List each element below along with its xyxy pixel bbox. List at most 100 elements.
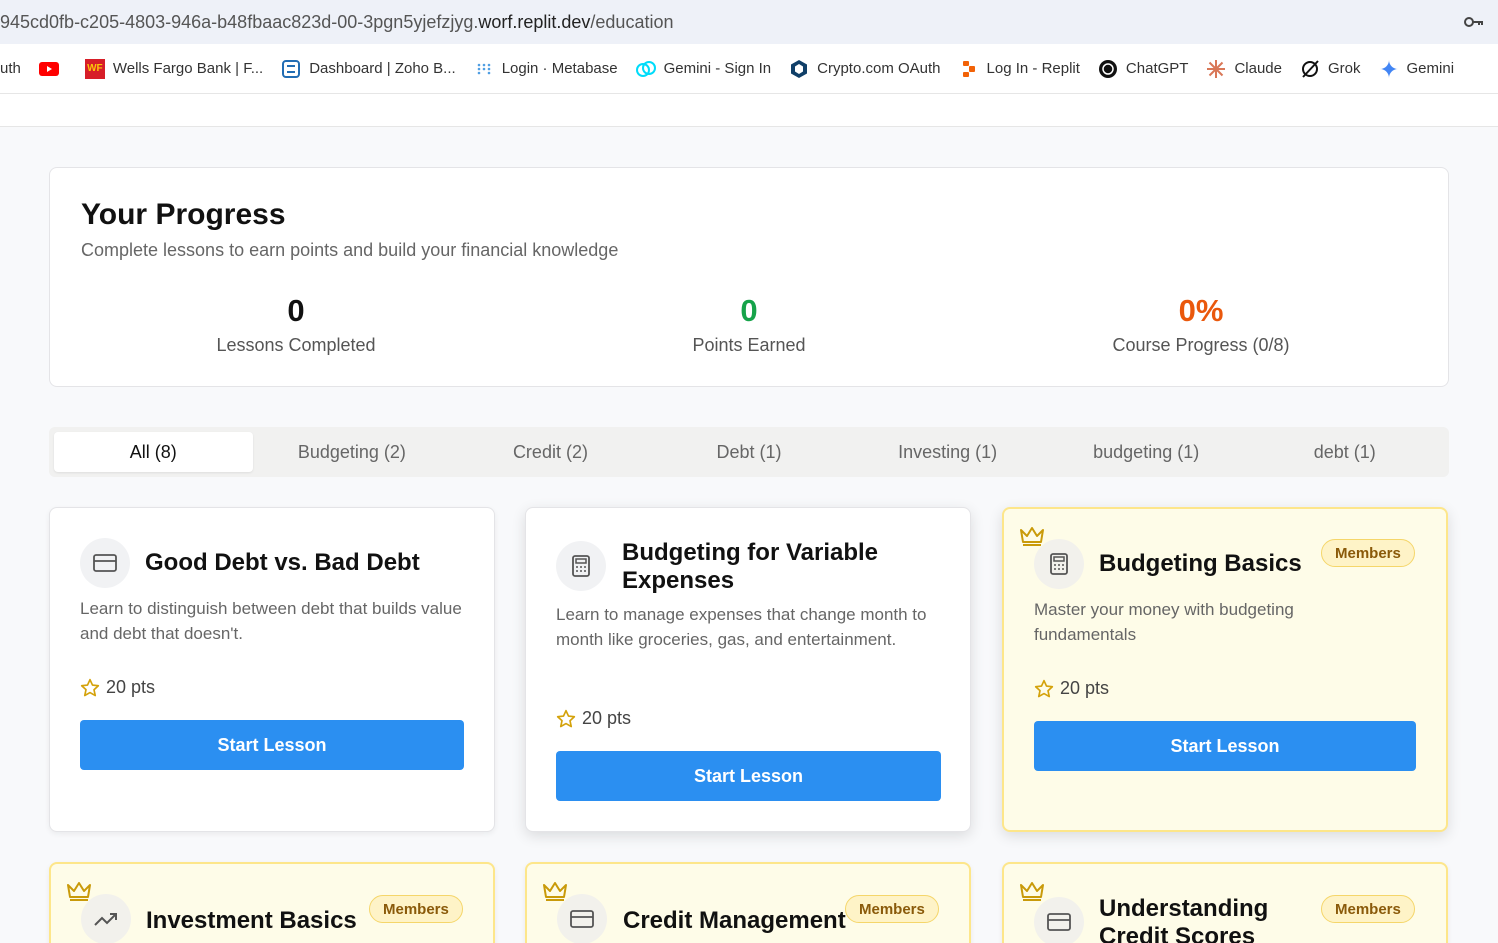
replit-icon: [959, 59, 979, 79]
bookmark-metabase[interactable]: Login · Metabase: [474, 59, 618, 79]
bookmark-claude[interactable]: Claude: [1206, 59, 1282, 79]
bookmark-grok[interactable]: Grok: [1300, 59, 1361, 79]
category-tabs: All (8) Budgeting (2) Credit (2) Debt (1…: [49, 427, 1449, 477]
tab-budgeting-lower[interactable]: budgeting (1): [1047, 432, 1246, 472]
points-label: 20 pts: [582, 708, 632, 728]
stat-label: Points Earned: [692, 335, 806, 355]
stat-points-earned: 0 Points Earned: [599, 293, 899, 356]
points-label: 20 pts: [106, 677, 156, 697]
credit-card-icon: [1034, 897, 1084, 943]
lesson-card-members: Budgeting Basics Members Master your mon…: [1002, 507, 1448, 832]
stat-lessons-completed: 0 Lessons Completed: [146, 293, 446, 356]
members-badge: Members: [1321, 895, 1415, 923]
stat-value: 0: [740, 293, 758, 328]
start-lesson-button[interactable]: Start Lesson: [1034, 721, 1416, 771]
zoho-icon: [281, 59, 301, 79]
youtube-icon: [38, 59, 59, 79]
bookmark-wells-fargo[interactable]: WF Wells Fargo Bank | F...: [84, 58, 264, 79]
crown-icon: [1020, 527, 1044, 546]
bookmark-label: Gemini - Sign In: [663, 60, 772, 77]
bookmark-zoho[interactable]: Dashboard | Zoho B...: [281, 59, 456, 79]
tab-investing[interactable]: Investing (1): [848, 432, 1047, 472]
members-badge: Members: [1321, 539, 1415, 567]
bookmark-youtube[interactable]: [38, 59, 67, 79]
wells-fargo-icon: WF: [84, 58, 105, 79]
lesson-title: Budgeting for Variable Expenses: [622, 539, 879, 594]
bookmark-gemini[interactable]: Gemini: [1379, 59, 1455, 79]
tab-debt-lower[interactable]: debt (1): [1245, 432, 1444, 472]
progress-card: Your Progress Complete lessons to earn p…: [49, 167, 1449, 387]
crown-icon: [1020, 882, 1044, 901]
star-icon: [80, 678, 100, 696]
lesson-title: Good Debt vs. Bad Debt: [145, 549, 420, 576]
members-badge: Members: [369, 895, 463, 923]
url-text[interactable]: 945cd0fb-c205-4803-946a-b48fbaac823d-00-…: [0, 12, 673, 33]
lesson-description: Learn to distinguish between debt that b…: [80, 599, 462, 643]
gemini-icon: [1379, 59, 1399, 79]
start-lesson-button[interactable]: Start Lesson: [80, 720, 464, 770]
stat-course-progress: 0% Course Progress (0/8): [1051, 293, 1351, 356]
stat-label: Course Progress (0/8): [1112, 335, 1290, 355]
lesson-title: Investment Basics: [146, 907, 357, 934]
tab-credit[interactable]: Credit (2): [451, 432, 650, 472]
bookmark-label: Login · Metabase: [501, 60, 618, 77]
bookmark-label: Wells Fargo Bank | F...: [112, 60, 264, 77]
tab-all[interactable]: All (8): [54, 432, 253, 472]
lesson-card: Good Debt vs. Bad Debt Learn to distingu…: [49, 507, 495, 832]
tab-debt[interactable]: Debt (1): [650, 432, 849, 472]
lesson-title: Understanding Credit Scores: [1099, 895, 1269, 943]
bookmark-gemini-exchange[interactable]: Gemini - Sign In: [635, 59, 772, 79]
crown-icon: [67, 882, 91, 901]
gemini-exchange-icon: [635, 59, 656, 79]
lesson-description: Learn to manage expenses that change mon…: [556, 605, 927, 649]
lesson-card-members: Credit Management Members: [525, 862, 971, 943]
bookmark-replit[interactable]: Log In - Replit: [959, 59, 1080, 79]
lesson-points: 20 pts: [1034, 678, 1109, 699]
chatgpt-icon: [1098, 59, 1118, 79]
bookmark-label: ChatGPT: [1125, 60, 1189, 77]
bookmark-label: Crypto.com OAuth: [817, 60, 941, 77]
bookmark-label: Gemini: [1406, 60, 1455, 77]
lesson-title: Credit Management: [623, 907, 846, 934]
lesson-title: Budgeting Basics: [1099, 550, 1302, 577]
points-label: 20 pts: [1060, 678, 1110, 698]
app-header: [0, 94, 1498, 127]
grok-icon: [1300, 59, 1320, 79]
claude-icon: [1206, 59, 1226, 79]
bookmark-label: Dashboard | Zoho B...: [309, 60, 456, 77]
bookmark-crypto-com[interactable]: Crypto.com OAuth: [789, 59, 941, 79]
lesson-card: Budgeting for Variable Expenses Learn to…: [525, 507, 971, 832]
lesson-points: 20 pts: [80, 677, 155, 698]
members-badge: Members: [845, 895, 939, 923]
calculator-icon: [1034, 539, 1084, 589]
bookmark-label: Log In - Replit: [986, 60, 1080, 77]
lesson-card-members: Investment Basics Members: [49, 862, 495, 943]
bookmark-label: uth: [0, 60, 21, 77]
progress-title: Your Progress: [81, 198, 286, 231]
lesson-card-members: Understanding Credit Scores Members: [1002, 862, 1448, 943]
bookmarks-bar: uth WF Wells Fargo Bank | F... Dashboard …: [0, 44, 1498, 94]
credit-card-icon: [557, 894, 607, 943]
crypto-com-icon: [789, 59, 809, 79]
bookmark-label: Claude: [1234, 60, 1282, 77]
trending-up-icon: [81, 894, 131, 943]
lesson-points: 20 pts: [556, 708, 631, 729]
star-icon: [1034, 679, 1054, 697]
stat-value: 0: [287, 293, 305, 328]
crown-icon: [543, 882, 567, 901]
progress-subtitle: Complete lessons to earn points and buil…: [81, 240, 619, 260]
metabase-icon: [474, 59, 494, 79]
start-lesson-button[interactable]: Start Lesson: [556, 751, 941, 801]
key-icon[interactable]: [1462, 10, 1486, 34]
bookmark-label: Grok: [1328, 60, 1361, 77]
credit-card-icon: [80, 538, 130, 588]
bookmark-item[interactable]: uth: [0, 60, 21, 77]
star-icon: [556, 709, 576, 727]
calculator-icon: [556, 541, 606, 591]
stat-value: 0%: [1178, 293, 1224, 328]
stat-label: Lessons Completed: [216, 335, 376, 355]
browser-url-bar[interactable]: 945cd0fb-c205-4803-946a-b48fbaac823d-00-…: [0, 0, 1498, 44]
tab-budgeting[interactable]: Budgeting (2): [253, 432, 452, 472]
bookmark-chatgpt[interactable]: ChatGPT: [1098, 59, 1189, 79]
lesson-description: Master your money with budgeting fundame…: [1034, 600, 1294, 644]
